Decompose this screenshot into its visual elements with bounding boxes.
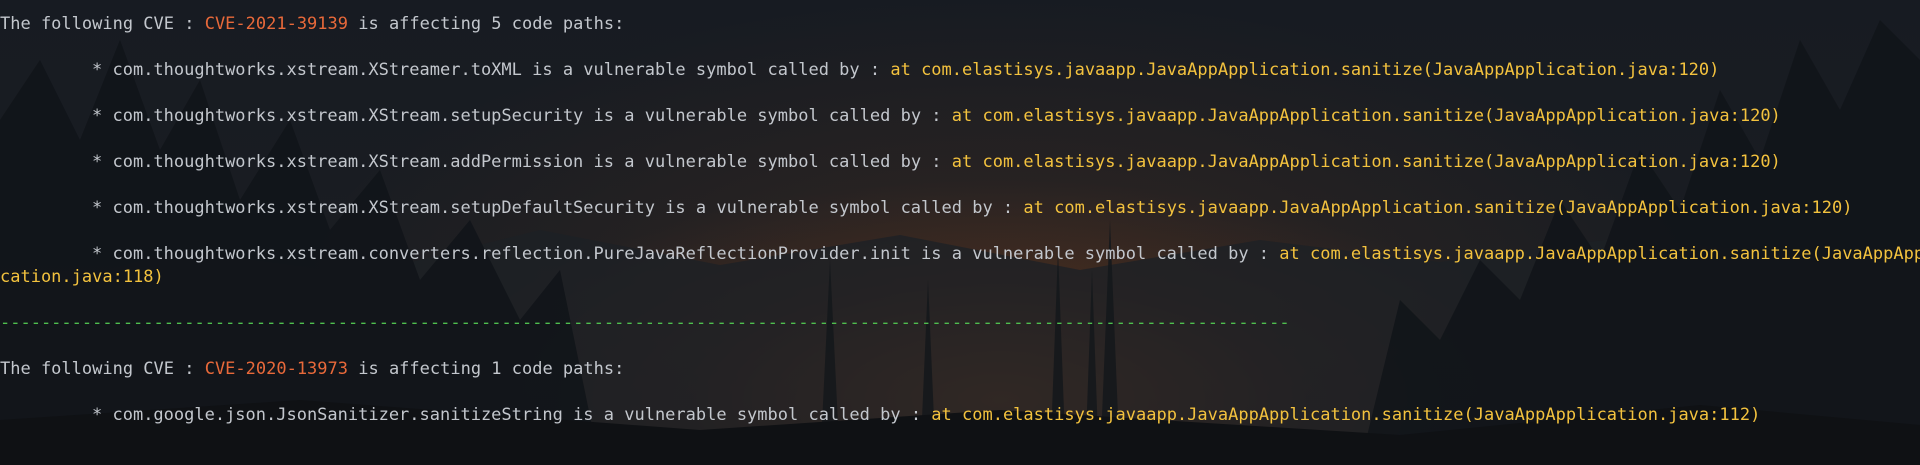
cve-id: CVE-2020-13973: [204, 359, 348, 379]
entry-connector: is a vulnerable symbol called by :: [583, 152, 952, 172]
entry-connector: is a vulnerable symbol called by :: [654, 198, 1024, 218]
cve-header-prefix: The following CVE :: [0, 14, 205, 34]
code-path-entry: * com.google.json.JsonSanitizer.sanitize…: [0, 404, 1920, 427]
vulnerable-symbol: com.thoughtworks.xstream.XStreamer.toXML: [112, 60, 522, 80]
cve-header-prefix: The following CVE :: [0, 359, 205, 379]
code-path-entry: * com.thoughtworks.xstream.XStream.setup…: [0, 197, 1920, 220]
vulnerable-symbol: com.thoughtworks.xstream.XStream.setupDe…: [112, 198, 655, 218]
entry-connector: is a vulnerable symbol called by :: [521, 60, 891, 80]
caller-location: at com.elastisys.javaapp.JavaAppApplicat…: [1023, 198, 1853, 218]
entry-connector: is a vulnerable symbol called by :: [910, 244, 1280, 264]
bullet: *: [92, 198, 113, 218]
code-path-entry: * com.thoughtworks.xstream.XStream.setup…: [0, 105, 1920, 128]
code-path-entry-wrap: cation.java:118): [0, 266, 1920, 289]
cve-header-suffix: is affecting 1 code paths:: [348, 359, 625, 379]
terminal-output: The following CVE : CVE-2021-39139 is af…: [0, 0, 1920, 465]
caller-location: at com.elastisys.javaapp.JavaAppApplicat…: [951, 152, 1781, 172]
caller-location-continued: cation.java:118): [0, 267, 164, 287]
code-path-entry: * com.thoughtworks.xstream.converters.re…: [0, 243, 1920, 266]
cve-header: The following CVE : CVE-2021-39139 is af…: [0, 13, 1920, 36]
caller-location: at com.elastisys.javaapp.JavaAppApplicat…: [1279, 244, 1920, 264]
bullet: *: [92, 405, 113, 425]
caller-location: at com.elastisys.javaapp.JavaAppApplicat…: [951, 106, 1781, 126]
bullet: *: [92, 106, 113, 126]
bullet: *: [92, 244, 113, 264]
vulnerable-symbol: com.thoughtworks.xstream.XStream.addPerm…: [112, 152, 584, 172]
bullet: *: [92, 60, 113, 80]
vulnerable-symbol: com.google.json.JsonSanitizer.sanitizeSt…: [112, 405, 563, 425]
vulnerable-symbol: com.thoughtworks.xstream.XStream.setupSe…: [112, 106, 584, 126]
cve-header: The following CVE : CVE-2020-13973 is af…: [0, 358, 1920, 381]
entry-connector: is a vulnerable symbol called by :: [562, 405, 932, 425]
section-divider: ----------------------------------------…: [0, 313, 1290, 333]
code-path-entry: * com.thoughtworks.xstream.XStream.addPe…: [0, 151, 1920, 174]
entry-connector: is a vulnerable symbol called by :: [583, 106, 952, 126]
caller-location: at com.elastisys.javaapp.JavaAppApplicat…: [931, 405, 1761, 425]
code-path-entry: * com.thoughtworks.xstream.XStreamer.toX…: [0, 59, 1920, 82]
bullet: *: [92, 152, 113, 172]
cve-header-suffix: is affecting 5 code paths:: [348, 14, 625, 34]
caller-location: at com.elastisys.javaapp.JavaAppApplicat…: [890, 60, 1720, 80]
cve-id: CVE-2021-39139: [204, 14, 348, 34]
vulnerable-symbol: com.thoughtworks.xstream.converters.refl…: [112, 244, 911, 264]
